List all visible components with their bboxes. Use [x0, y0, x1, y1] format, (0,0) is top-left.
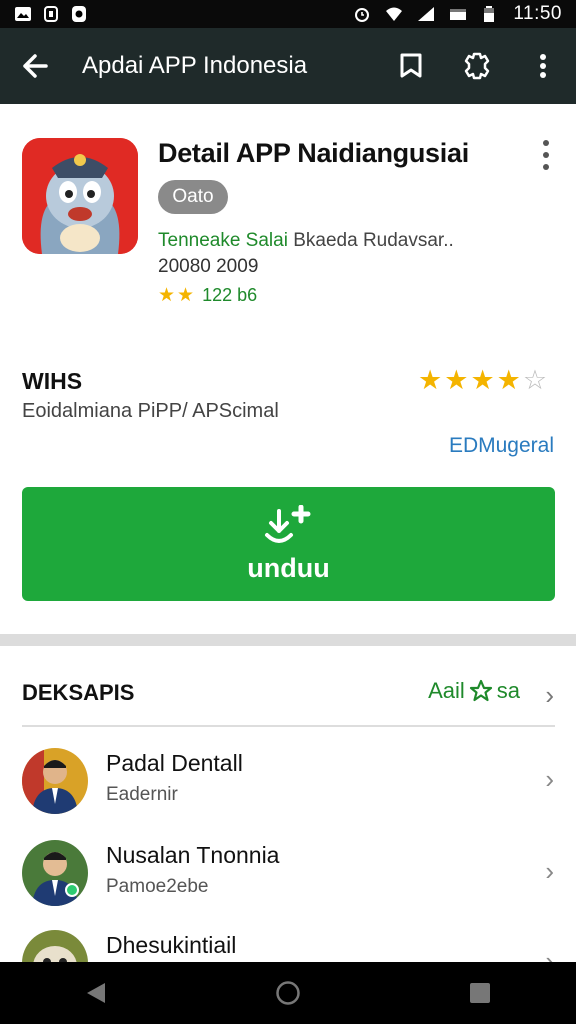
- gear-icon: [464, 52, 490, 80]
- nav-recents-button[interactable]: [450, 962, 510, 1024]
- nav-home-button[interactable]: [258, 962, 318, 1024]
- app-icon: [22, 138, 138, 254]
- section-divider: [0, 634, 576, 646]
- category-badge[interactable]: Oato: [158, 180, 228, 214]
- install-button[interactable]: unduu: [22, 487, 555, 601]
- star-filled-icon: ★: [470, 365, 495, 395]
- release-date: 20080 2009: [158, 256, 259, 277]
- chevron-right-icon: ›: [545, 856, 554, 886]
- bookmark-button[interactable]: [378, 28, 444, 104]
- developer-name: Tenneake Salai: [158, 230, 288, 251]
- star-filled-icon: ★: [444, 365, 469, 395]
- list-item-sub: Eadernir: [106, 784, 178, 805]
- list-item[interactable]: Padal Dentall Eadernir ›: [0, 748, 576, 838]
- wifi-icon: [386, 7, 403, 21]
- see-all-suffix: sa: [496, 678, 520, 703]
- record-notification-icon: [72, 6, 86, 22]
- sync-notification-icon: [44, 6, 58, 22]
- chevron-right-icon: ›: [545, 764, 554, 794]
- star-filled-icon: ★: [496, 365, 521, 395]
- settings-button[interactable]: [444, 28, 510, 104]
- download-icon: [264, 504, 310, 543]
- avatar: [22, 840, 88, 906]
- nav-back-button[interactable]: [66, 962, 126, 1024]
- system-nav-bar: [0, 962, 576, 1024]
- more-vert-icon: [540, 54, 546, 78]
- list-see-all-link[interactable]: Aail sa: [428, 678, 520, 704]
- developer-line[interactable]: Tenneake Salai Bkaeda Rudavsar..: [158, 230, 454, 252]
- install-label: unduu: [247, 552, 330, 583]
- star-icon: ★: [177, 285, 195, 306]
- list-header-title: DEKSAPIS: [22, 680, 135, 705]
- developer-extra: Bkaeda Rudavsar..: [293, 230, 454, 251]
- image-notification-icon: [15, 7, 31, 21]
- rating-section-title: WIHS: [22, 368, 83, 394]
- mascot-icon: [22, 138, 138, 254]
- battery-icon: [484, 6, 495, 22]
- app-bar: Apdai APP Indonesia: [0, 28, 576, 104]
- rating-link[interactable]: EDMugeral: [449, 434, 554, 458]
- list-item-name: Padal Dentall: [106, 750, 243, 776]
- circle-home-icon: [276, 981, 300, 1005]
- back-button[interactable]: [0, 28, 70, 104]
- star-outline-icon: [469, 679, 492, 702]
- app-bar-title: Apdai APP Indonesia: [82, 52, 308, 79]
- clock: 11:50: [513, 3, 562, 24]
- rating-subtitle: Eoidalmiana PiPP/ APScimal: [22, 400, 279, 422]
- list-item-name: Dhesukintiail: [106, 932, 237, 958]
- app-more-button[interactable]: [532, 140, 560, 170]
- small-rating-text: 122 b6: [202, 285, 258, 305]
- battery-saver-icon: [450, 9, 467, 20]
- list-item-name: Nusalan Tnonnia: [106, 842, 280, 868]
- chevron-right-icon[interactable]: ›: [545, 680, 554, 711]
- small-rating: ★ ★ 122 b6: [158, 284, 257, 307]
- square-recents-icon: [470, 983, 490, 1003]
- triangle-back-icon: [87, 983, 105, 1003]
- avatar: [22, 748, 88, 814]
- app-name: Detail APP Naidiangusiai: [158, 138, 469, 168]
- arrow-left-icon: [23, 54, 48, 78]
- list-item-sub: Pamoe2ebe: [106, 876, 209, 897]
- see-all-label: Aail: [428, 678, 465, 703]
- status-bar: 11:50: [0, 0, 576, 28]
- star-filled-icon: ★: [418, 365, 443, 395]
- signal-icon: [418, 7, 435, 21]
- star-empty-icon: ☆: [522, 365, 548, 395]
- alarm-icon: [355, 8, 370, 22]
- bookmark-icon: [400, 53, 422, 78]
- star-icon: ★: [158, 285, 176, 306]
- overflow-menu-button[interactable]: [510, 28, 576, 104]
- rating-stars: ★ ★ ★ ★ ☆: [418, 366, 547, 394]
- list-divider: [22, 725, 555, 727]
- list-item[interactable]: Nusalan Tnonnia Pamoe2ebe ›: [0, 840, 576, 930]
